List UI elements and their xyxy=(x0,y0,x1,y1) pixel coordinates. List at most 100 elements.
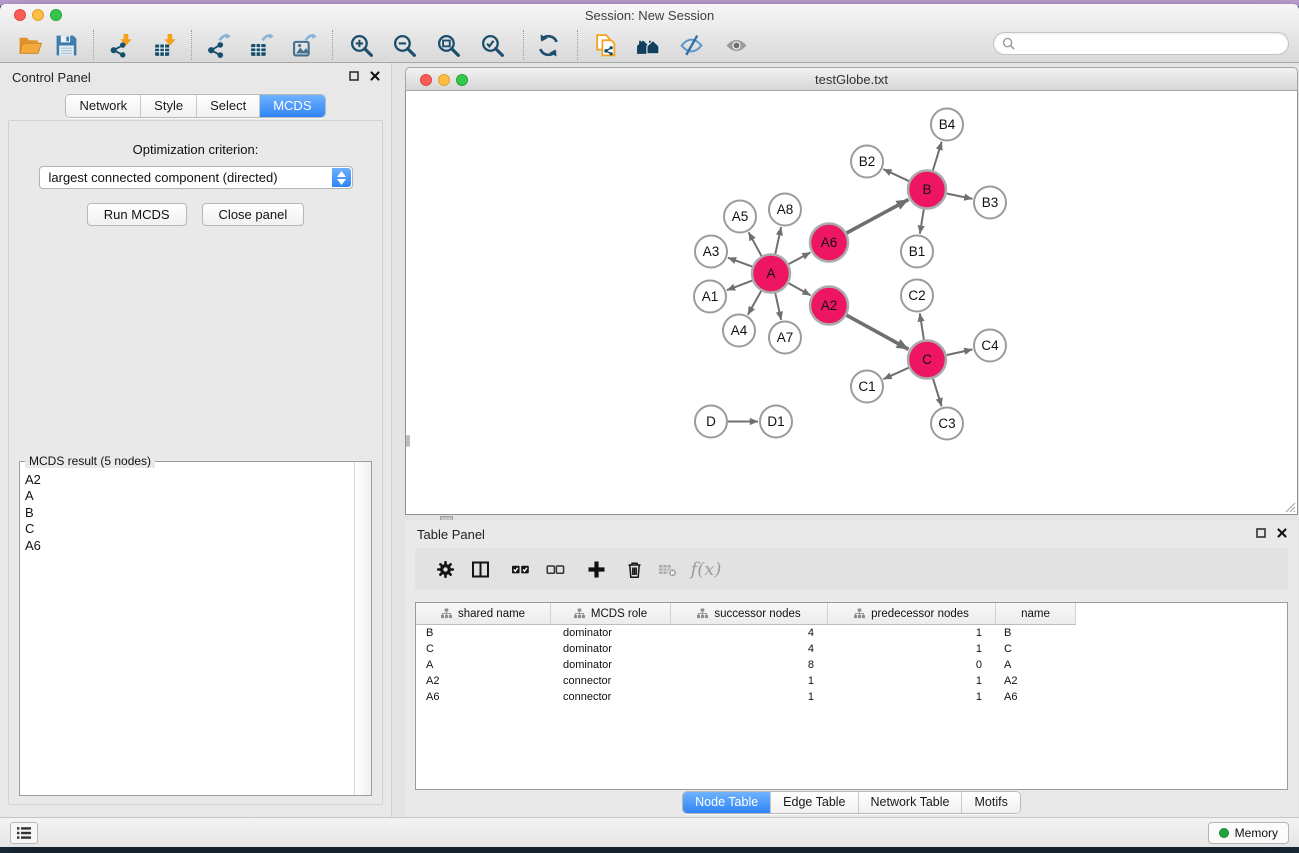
table-row[interactable]: Bdominator41B xyxy=(416,625,1287,641)
graph-node-A3[interactable]: A3 xyxy=(695,236,727,268)
float-panel-icon[interactable] xyxy=(1255,527,1267,539)
graph-node-A7[interactable]: A7 xyxy=(769,322,801,354)
column-header-successor-nodes[interactable]: successor nodes xyxy=(671,603,828,625)
tab-mcds[interactable]: MCDS xyxy=(259,95,324,117)
column-header-predecessor-nodes[interactable]: predecessor nodes xyxy=(828,603,996,625)
zoom-out-icon[interactable] xyxy=(389,31,419,59)
network-view[interactable]: B4 B2 B B3 A8 A5 A6 A3 B1 A A1 C2 A2 A4 A7 C4 C C1 C3 D D1 xyxy=(405,91,1298,515)
graph-node-A2[interactable]: A2 xyxy=(810,287,848,325)
import-network-from-file-icon[interactable] xyxy=(106,31,136,59)
graph-node-A1[interactable]: A1 xyxy=(694,281,726,313)
export-network-icon[interactable] xyxy=(203,31,233,59)
run-mcds-button[interactable]: Run MCDS xyxy=(87,203,187,226)
graph-node-C1[interactable]: C1 xyxy=(851,371,883,403)
graph-edge-B-B1[interactable] xyxy=(920,209,924,233)
tab-edge-table[interactable]: Edge Table xyxy=(770,792,857,813)
graph-node-B3[interactable]: B3 xyxy=(974,187,1006,219)
graph-edge-C-C2[interactable] xyxy=(920,313,924,339)
graph-edge-B-B2[interactable] xyxy=(883,169,909,181)
export-table-icon[interactable] xyxy=(246,31,276,59)
zoom-selected-icon[interactable] xyxy=(477,31,507,59)
graph-node-B1[interactable]: B1 xyxy=(901,236,933,268)
graph-node-D[interactable]: D xyxy=(695,406,727,438)
mcds-result-item[interactable]: A xyxy=(25,488,353,504)
table-row[interactable]: A2connector11A2 xyxy=(416,673,1287,689)
mcds-list-scrollbar[interactable] xyxy=(354,462,371,795)
graph-edge-A2-C[interactable] xyxy=(847,315,909,349)
select-all-columns-icon[interactable] xyxy=(507,557,533,581)
graph-node-A6[interactable]: A6 xyxy=(810,224,848,262)
duplicate-network-icon[interactable] xyxy=(590,31,620,59)
close-panel-button[interactable]: Close panel xyxy=(202,203,305,226)
table-row[interactable]: A6connector11A6 xyxy=(416,689,1287,705)
refresh-view-icon[interactable] xyxy=(533,31,563,59)
zoom-fit-icon[interactable] xyxy=(433,31,463,59)
mcds-result-item[interactable]: C xyxy=(25,521,353,537)
create-column-icon[interactable] xyxy=(583,557,609,581)
graph-edge-B-B4[interactable] xyxy=(933,142,942,171)
search-field[interactable] xyxy=(993,32,1289,55)
show-columns-icon[interactable] xyxy=(467,557,493,581)
graph-edge-A-A5[interactable] xyxy=(749,232,762,256)
column-header-name[interactable]: name xyxy=(996,603,1076,625)
delete-table-icon[interactable] xyxy=(654,557,680,581)
tab-network-table[interactable]: Network Table xyxy=(858,792,962,813)
graph-node-A8[interactable]: A8 xyxy=(769,194,801,226)
graph-edge-C-C1[interactable] xyxy=(883,368,908,379)
memory-button[interactable]: Memory xyxy=(1208,822,1289,844)
graph-edge-A-A2[interactable] xyxy=(789,283,811,295)
network-window-titlebar[interactable]: testGlobe.txt xyxy=(405,67,1298,91)
table-settings-icon[interactable] xyxy=(432,557,458,581)
close-panel-icon[interactable] xyxy=(369,70,381,82)
graph-edge-A-A4[interactable] xyxy=(748,291,761,315)
graph-edge-C-C4[interactable] xyxy=(947,349,973,355)
unselect-all-columns-icon[interactable] xyxy=(542,557,568,581)
zoom-in-icon[interactable] xyxy=(346,31,376,59)
export-image-icon[interactable] xyxy=(289,31,319,59)
tab-select[interactable]: Select xyxy=(196,95,259,117)
graph-node-B4[interactable]: B4 xyxy=(931,109,963,141)
mcds-result-item[interactable]: B xyxy=(25,505,353,521)
graph-edge-A-A6[interactable] xyxy=(789,252,811,264)
mcds-result-item[interactable]: A6 xyxy=(25,538,353,554)
save-session-icon[interactable] xyxy=(51,31,81,59)
table-row[interactable]: Adominator80A xyxy=(416,657,1287,673)
function-builder-icon[interactable]: f(x) xyxy=(693,557,719,581)
graph-node-C2[interactable]: C2 xyxy=(901,280,933,312)
graph-node-C3[interactable]: C3 xyxy=(931,408,963,440)
graph-edge-A-A1[interactable] xyxy=(727,281,752,291)
search-input[interactable] xyxy=(1020,36,1280,51)
table-row[interactable]: Cdominator41C xyxy=(416,641,1287,657)
tab-style[interactable]: Style xyxy=(140,95,196,117)
show-panels-icon[interactable] xyxy=(721,31,751,59)
column-header-shared-name[interactable]: shared name xyxy=(416,603,551,625)
graph-node-A4[interactable]: A4 xyxy=(723,315,755,347)
graph-edge-A-A7[interactable] xyxy=(775,293,781,320)
criterion-select[interactable]: largest connected component (directed) xyxy=(39,166,353,189)
graph-edge-C-C3[interactable] xyxy=(933,379,942,407)
delete-columns-icon[interactable] xyxy=(621,557,647,581)
task-history-button[interactable] xyxy=(10,822,38,844)
graph-node-A[interactable]: A xyxy=(752,255,790,293)
birds-eye-view-icon[interactable] xyxy=(633,31,663,59)
graph-node-B[interactable]: B xyxy=(908,171,946,209)
network-scrollbar-thumb[interactable] xyxy=(406,435,410,447)
resize-grip-icon[interactable] xyxy=(1283,500,1296,513)
mcds-result-item[interactable]: A2 xyxy=(25,472,353,488)
close-panel-icon[interactable] xyxy=(1276,527,1288,539)
float-panel-icon[interactable] xyxy=(348,70,360,82)
graph-node-A5[interactable]: A5 xyxy=(724,201,756,233)
tab-motifs[interactable]: Motifs xyxy=(961,792,1019,813)
graph-node-C[interactable]: C xyxy=(908,341,946,379)
graph-node-B2[interactable]: B2 xyxy=(851,146,883,178)
open-session-icon[interactable] xyxy=(15,31,45,59)
hide-panels-icon[interactable] xyxy=(676,31,706,59)
column-header-MCDS-role[interactable]: MCDS role xyxy=(551,603,671,625)
graph-edge-A-A8[interactable] xyxy=(775,227,781,254)
graph-edge-B-B3[interactable] xyxy=(947,194,973,199)
graph-edge-A-A3[interactable] xyxy=(728,258,752,267)
graph-node-C4[interactable]: C4 xyxy=(974,330,1006,362)
graph-node-D1[interactable]: D1 xyxy=(760,406,792,438)
tab-node-table[interactable]: Node Table xyxy=(683,792,770,813)
graph-edge-A6-B[interactable] xyxy=(847,199,909,232)
